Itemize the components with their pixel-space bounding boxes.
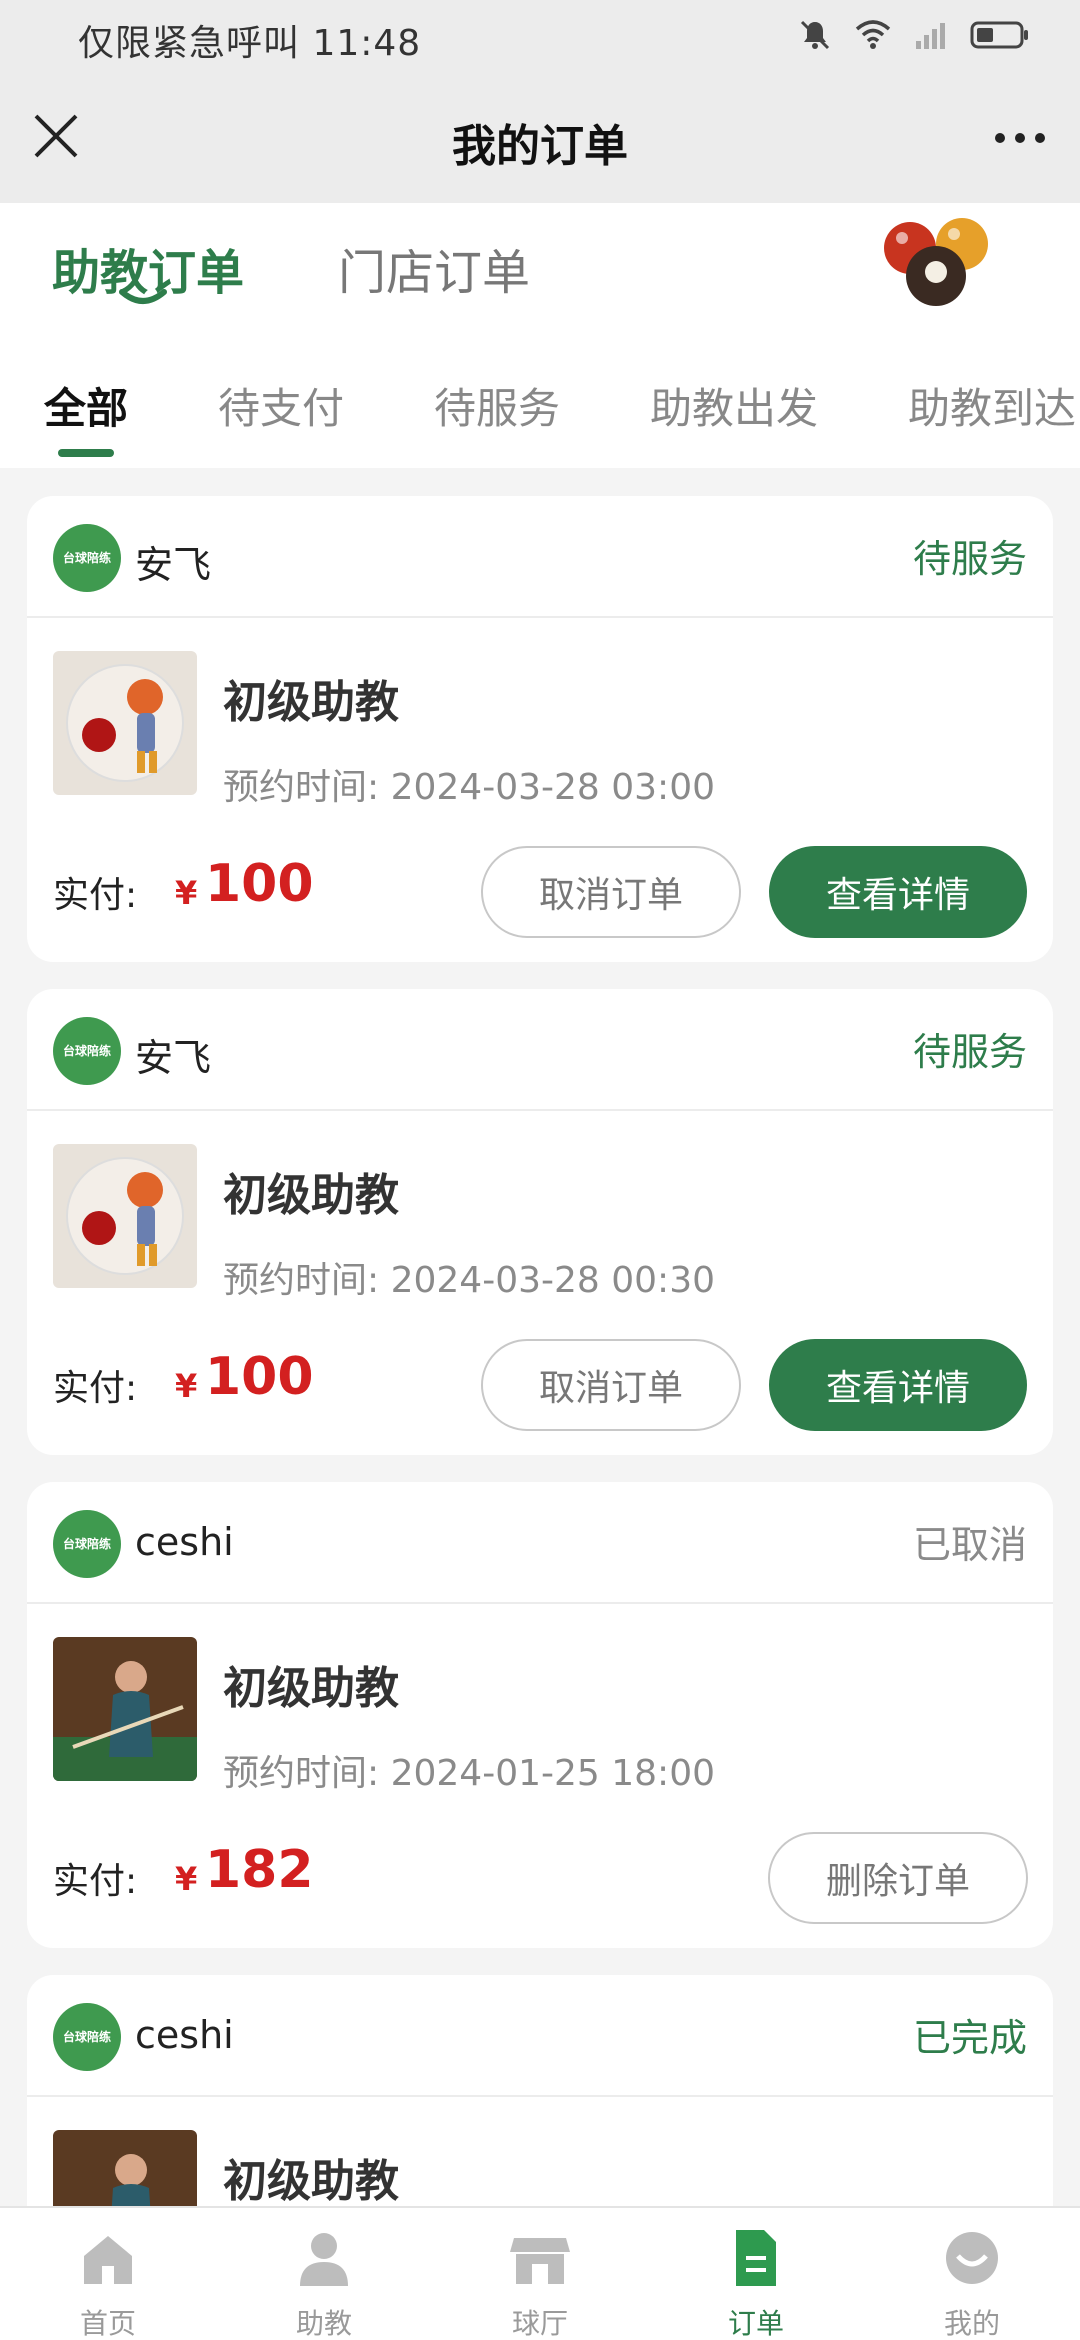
paid-label: 实付: (53, 1368, 138, 1409)
billiard-balls-icon (884, 218, 988, 306)
order-status: 待服务 (912, 537, 1027, 581)
order-price: 182 (205, 1840, 314, 1900)
assistant-avatar (53, 651, 197, 795)
service-name: 初级助教 (223, 1170, 399, 1221)
active-tab-indicator (119, 289, 167, 304)
status-tabs: 全部 待支付 待服务 助教出发 助教到达 (0, 333, 1080, 468)
nav-label: 订单 (727, 2307, 784, 2340)
cancel-order-button[interactable]: 取消订单 (481, 1339, 741, 1431)
tab-pending-service[interactable]: 待服务 (434, 375, 560, 436)
order-card-header: 台球陪练 ceshi 已取消 (27, 1482, 1053, 1604)
delete-order-button[interactable]: 删除订单 (768, 1832, 1028, 1924)
currency-symbol: ¥ (175, 1367, 198, 1405)
store-icon (510, 2238, 570, 2284)
tab-store-orders[interactable]: 门店订单 (338, 233, 530, 303)
view-details-button[interactable]: 查看详情 (769, 1339, 1027, 1431)
service-name: 初级助教 (223, 1663, 399, 1714)
person-icon (300, 2233, 348, 2286)
service-name: 初级助教 (223, 677, 399, 728)
tab-all[interactable]: 全部 (44, 375, 128, 436)
shop-logo: 台球陪练 (53, 524, 121, 592)
shop-name: 安飞 (135, 1036, 212, 1080)
shop-logo: 台球陪练 (53, 1510, 121, 1578)
order-price: 100 (205, 1347, 314, 1407)
nav-label: 首页 (79, 2307, 136, 2340)
appointment-time: 预约时间: 2024-01-25 18:00 (223, 1753, 715, 1794)
order-card-header: 台球陪练 安飞 待服务 (27, 496, 1053, 618)
shop-name: ceshi (135, 1520, 234, 1564)
order-card-header: 台球陪练 安飞 待服务 (27, 989, 1053, 1111)
nav-orders[interactable]: 订单 (648, 2208, 864, 2340)
currency-symbol: ¥ (175, 1860, 198, 1898)
nav-label: 球厅 (511, 2307, 568, 2340)
order-card[interactable]: 台球陪练 安飞 待服务 初级助教 预约时间: 2024-03-28 00:30 … (27, 989, 1053, 1455)
order-status: 已完成 (912, 2016, 1027, 2060)
shop-name: ceshi (135, 2013, 234, 2057)
nav-home[interactable]: 首页 (0, 2208, 216, 2340)
view-details-button[interactable]: 查看详情 (769, 846, 1027, 938)
status-icons (798, 18, 1030, 52)
signal-icon (916, 23, 945, 49)
battery-icon (970, 21, 1028, 49)
cancel-order-button[interactable]: 取消订单 (481, 846, 741, 938)
status-bar-text: 仅限紧急呼叫 11:48 (78, 23, 422, 64)
order-card[interactable]: 台球陪练 ceshi 已完成 初级助教 (27, 1975, 1053, 2235)
nav-mine[interactable]: 我的 (864, 2208, 1080, 2340)
nav-assistant[interactable]: 助教 (216, 2208, 432, 2340)
page-title: 我的订单 (452, 121, 628, 172)
tab-assistant-arrived[interactable]: 助教到达 (908, 375, 1076, 436)
order-status: 待服务 (912, 1030, 1027, 1074)
status-tab-indicator (58, 449, 114, 457)
appointment-time: 预约时间: 2024-03-28 00:30 (223, 1260, 715, 1301)
title-bar: 仅限紧急呼叫 11:48 我的订单 (0, 0, 1080, 203)
shop-logo: 台球陪练 (53, 1017, 121, 1085)
assistant-photo (53, 1637, 197, 1781)
currency-symbol: ¥ (175, 874, 198, 912)
more-icon[interactable] (990, 118, 1050, 158)
order-card-header: 台球陪练 ceshi 已完成 (27, 1975, 1053, 2097)
order-icon (736, 2230, 776, 2286)
bottom-navigation: 首页 助教 球厅 订单 我的 (0, 2206, 1080, 2340)
shop-name: 安飞 (135, 543, 212, 587)
tab-pending-payment[interactable]: 待支付 (218, 375, 344, 436)
home-icon (84, 2236, 132, 2284)
assistant-avatar (53, 1144, 197, 1288)
shop-logo: 台球陪练 (53, 2003, 121, 2071)
order-status: 已取消 (912, 1523, 1027, 1567)
service-name: 初级助教 (223, 2156, 399, 2207)
nav-label: 助教 (295, 2307, 352, 2340)
appointment-time: 预约时间: 2024-03-28 03:00 (223, 767, 715, 808)
order-card[interactable]: 台球陪练 安飞 待服务 初级助教 预约时间: 2024-03-28 03:00 … (27, 496, 1053, 962)
wifi-icon (855, 20, 891, 49)
profile-icon (946, 2232, 998, 2284)
paid-label: 实付: (53, 1861, 138, 1902)
tab-assistant-departed[interactable]: 助教出发 (650, 375, 818, 436)
nav-hall[interactable]: 球厅 (432, 2208, 648, 2340)
paid-label: 实付: (53, 875, 138, 916)
order-price: 100 (205, 854, 314, 914)
nav-label: 我的 (943, 2307, 1000, 2340)
order-card[interactable]: 台球陪练 ceshi 已取消 初级助教 预约时间: 2024-01-25 18:… (27, 1482, 1053, 1948)
mute-icon (800, 20, 830, 50)
